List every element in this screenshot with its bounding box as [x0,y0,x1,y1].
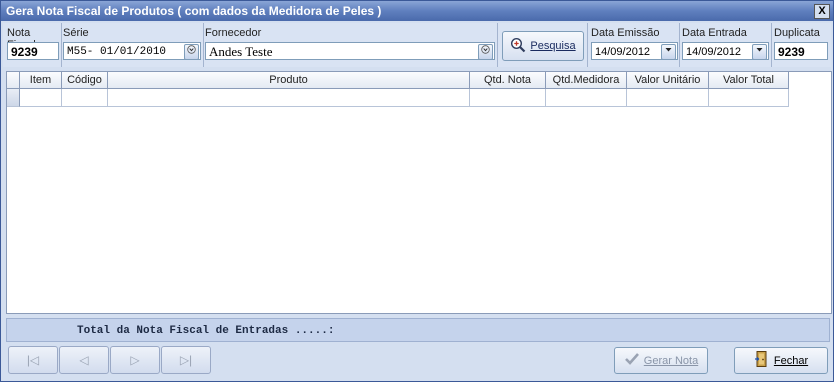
data-entrada-label: Data Entrada [682,27,747,39]
column-header-produto[interactable]: Produto [108,72,470,89]
fornecedor-select[interactable]: Andes Teste [205,42,495,60]
pesquisa-label: Pesquisa [530,40,576,52]
serie-value: M55- 01/01/2010 [67,46,167,58]
fechar-button[interactable]: Fechar [734,347,828,374]
data-emissao-value: 14/09/2012 [595,46,651,58]
column-header-qtd-medidora[interactable]: Qtd.Medidora [546,72,627,89]
cell-qtd-medidora[interactable] [546,89,627,107]
cell-codigo[interactable] [62,89,108,107]
data-emissao-field[interactable]: 14/09/2012 [591,42,678,60]
nav-first-button[interactable]: |◁ [8,346,58,374]
total-bar: Total da Nota Fiscal de Entradas .....: [6,318,830,342]
products-grid[interactable]: Item Código Produto Qtd. Nota Qtd.Medido… [6,71,832,314]
close-button[interactable]: X [814,4,830,19]
column-header-item[interactable]: Item [20,72,62,89]
gerar-nota-label: Gerar Nota [643,354,699,367]
row-indicator[interactable] [7,89,20,107]
chevron-down-icon[interactable] [661,44,676,59]
check-icon [624,352,640,369]
column-header-qtd-nota[interactable]: Qtd. Nota [470,72,546,89]
serie-panel: Série M55- 01/01/2010 [62,23,204,67]
nav-next-button[interactable]: ▷ [110,346,160,374]
duplicata-panel: Duplicata 9239 [772,23,831,67]
pesquisa-button[interactable]: Pesquisa [502,31,584,61]
chevron-down-icon[interactable] [478,44,493,59]
serie-select[interactable]: M55- 01/01/2010 [63,42,201,60]
nav-prev-button[interactable]: ◁ [59,346,109,374]
chevron-down-icon[interactable] [752,44,767,59]
nota-fiscal-field[interactable]: 9239 [7,42,59,60]
column-header-valor-unitario[interactable]: Valor Unitário [627,72,709,89]
duplicata-label: Duplicata [774,27,820,39]
cell-item[interactable] [20,89,62,107]
cell-qtd-nota[interactable] [470,89,546,107]
total-label: Total da Nota Fiscal de Entradas .....: [77,325,335,337]
nav-last-button[interactable]: ▷| [161,346,211,374]
window-title: Gera Nota Fiscal de Produtos ( com dados… [6,4,382,18]
cell-valor-unitario[interactable] [627,89,709,107]
door-exit-icon [754,350,770,371]
nota-fiscal-panel: Nota Fiscal 9239 [3,23,62,67]
data-entrada-value: 14/09/2012 [686,46,742,58]
chevron-down-icon[interactable] [184,44,199,59]
pesquisa-panel: Pesquisa [498,23,588,67]
gerar-nota-button[interactable]: Gerar Nota [614,347,708,374]
search-icon [510,37,526,56]
cell-valor-total[interactable] [709,89,789,107]
column-header-valor-total[interactable]: Valor Total [709,72,789,89]
row-indicator-header [7,72,20,89]
duplicata-field[interactable]: 9239 [774,42,828,60]
fornecedor-label: Fornecedor [205,27,262,39]
fornecedor-panel: Fornecedor Andes Teste [204,23,498,67]
data-emissao-label: Data Emissão [591,27,660,39]
fornecedor-value: Andes Teste [209,44,273,59]
main-window: Gera Nota Fiscal de Produtos ( com dados… [0,0,834,382]
cell-produto[interactable] [108,89,470,107]
fechar-label: Fechar [773,354,809,367]
serie-label: Série [63,27,89,39]
data-emissao-panel: Data Emissão 14/09/2012 [588,23,680,67]
data-entrada-field[interactable]: 14/09/2012 [682,42,769,60]
data-entrada-panel: Data Entrada 14/09/2012 [680,23,772,67]
title-bar[interactable]: Gera Nota Fiscal de Produtos ( com dados… [1,1,833,21]
column-header-codigo[interactable]: Código [62,72,108,89]
